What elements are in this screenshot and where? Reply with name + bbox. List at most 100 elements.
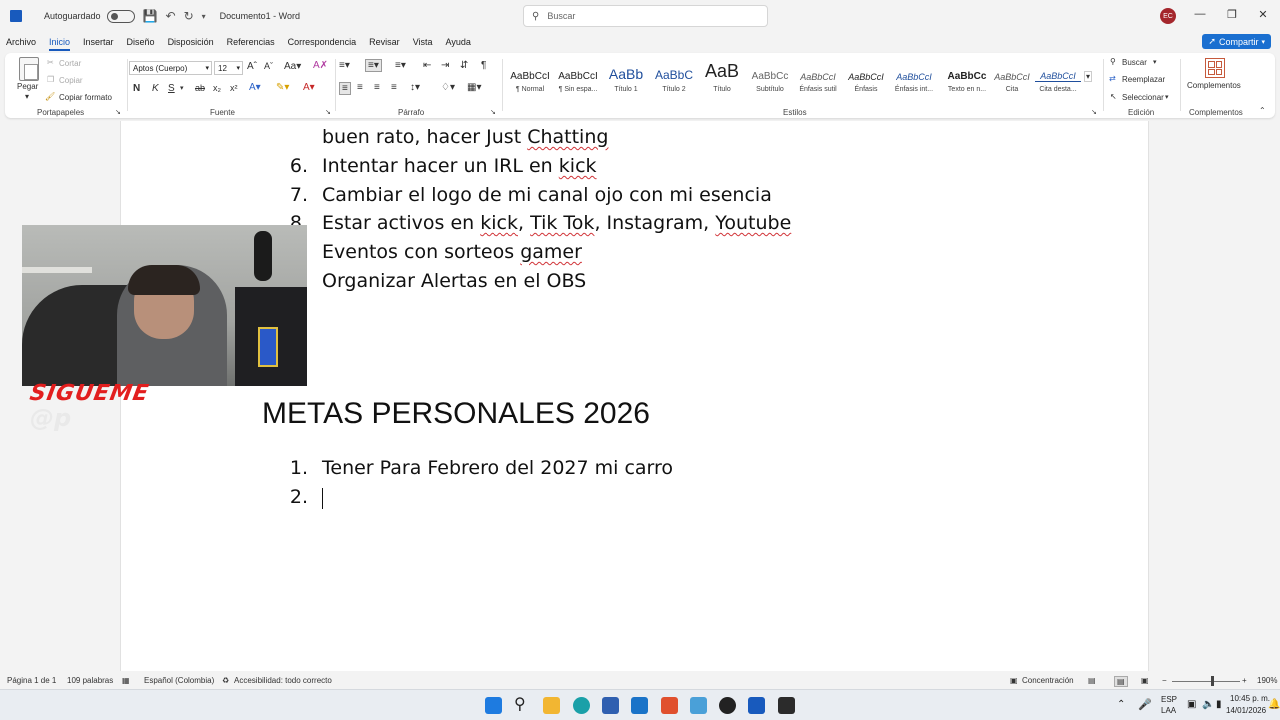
store-icon[interactable] [602, 697, 619, 714]
addins-button[interactable]: Complementos [1187, 81, 1241, 90]
input-language-top[interactable]: ESP [1161, 695, 1177, 704]
align-left-icon[interactable]: ≡ [339, 82, 351, 95]
network-icon[interactable]: ▣ [1187, 699, 1196, 710]
increase-indent-icon[interactable]: ⇥ [441, 60, 449, 71]
redo-icon[interactable]: ↻ [184, 9, 194, 23]
edge-icon[interactable] [573, 697, 590, 714]
clock-time[interactable]: 10:45 p. m. [1230, 694, 1270, 703]
start-icon[interactable] [485, 697, 502, 714]
minimize-icon[interactable]: — [1192, 8, 1208, 20]
style-subtitle[interactable]: AaBbCc Subtítulo [747, 66, 793, 93]
strikethrough-icon[interactable]: ab [195, 83, 205, 93]
find-button[interactable]: Buscar [1122, 58, 1147, 67]
file-explorer-icon[interactable] [543, 697, 560, 714]
select-button[interactable]: Seleccionar [1122, 93, 1164, 102]
change-case-icon[interactable]: Aa▾ [284, 61, 301, 72]
tab-referencias[interactable]: Referencias [227, 37, 275, 47]
subscript-icon[interactable]: x₂ [213, 83, 221, 93]
web-layout-icon[interactable]: ▣ [1141, 676, 1149, 685]
tab-revisar[interactable]: Revisar [369, 37, 400, 47]
underline-icon[interactable]: S [168, 83, 175, 94]
superscript-icon[interactable]: x² [230, 83, 238, 93]
bullets-icon[interactable]: ≡▾ [339, 60, 350, 71]
highlight-icon[interactable]: ✎▾ [276, 82, 289, 93]
replace-button[interactable]: Reemplazar [1122, 75, 1165, 84]
accessibility-icon[interactable]: ♻ [222, 676, 229, 685]
grow-font-icon[interactable]: Aˆ [247, 61, 257, 72]
numbering-icon[interactable]: ≡▾ [365, 59, 382, 72]
align-center-icon[interactable]: ≡ [357, 82, 363, 93]
tab-inicio[interactable]: Inicio [49, 37, 71, 51]
undo-icon[interactable]: ↶ [166, 9, 176, 23]
spelling-flagged-word[interactable]: kick [559, 155, 597, 177]
clock-date[interactable]: 14/01/2026 [1226, 706, 1266, 715]
format-painter-button[interactable]: Copiar formato [59, 93, 112, 102]
addins-icon[interactable] [1205, 58, 1225, 78]
print-layout-icon[interactable]: ▤ [1114, 676, 1128, 687]
app-icon[interactable] [690, 697, 707, 714]
styles-launcher-icon[interactable]: ↘ [1091, 108, 1097, 116]
word-taskbar-icon[interactable] [748, 697, 765, 714]
copy-icon[interactable]: ❐ [47, 75, 54, 84]
font-launcher-icon[interactable]: ↘ [325, 108, 331, 116]
style-normal[interactable]: AaBbCcI ¶ Normal [507, 66, 553, 93]
style-heading-1[interactable]: AaBb Título 1 [603, 66, 649, 93]
copy-button[interactable]: Copiar [59, 76, 83, 85]
search-icon[interactable]: ⚲ [514, 694, 531, 713]
volume-icon[interactable]: 🔈 [1202, 699, 1214, 710]
read-mode-icon[interactable]: ▤ [1088, 676, 1096, 685]
style-intense-emphasis[interactable]: AaBbCcI Énfasis int... [891, 66, 937, 93]
share-button[interactable]: ➚ Compartir ▾ [1202, 34, 1271, 49]
tab-disposicion[interactable]: Disposición [168, 37, 214, 47]
paste-chevron-icon[interactable]: ▾ [25, 92, 29, 101]
language-indicator[interactable]: Español (Colombia) [144, 676, 214, 685]
style-subtle-emphasis[interactable]: AaBbCcI Énfasis sutil [795, 66, 841, 93]
format-painter-icon[interactable]: 🖌 [45, 92, 55, 101]
notifications-icon[interactable]: 🔔 [1268, 699, 1280, 710]
page-count[interactable]: Página 1 de 1 [7, 676, 56, 685]
shading-icon[interactable]: ♢▾ [441, 82, 455, 93]
chevron-down-icon[interactable]: ▾ [180, 84, 184, 92]
outlook-icon[interactable] [631, 697, 648, 714]
style-title[interactable]: AaB Título [699, 61, 745, 93]
style-no-spacing[interactable]: AaBbCcI ¶ Sin espa... [555, 66, 601, 93]
customize-toolbar-icon[interactable]: ▾ [202, 12, 206, 21]
search-input[interactable]: ⚲ Buscar [523, 5, 768, 27]
spelling-flagged-word[interactable]: gamer [520, 241, 582, 263]
style-quote[interactable]: AaBbCcI Cita [989, 66, 1035, 93]
microphone-icon[interactable]: 🎤 [1138, 698, 1152, 711]
maximize-icon[interactable]: ❐ [1224, 8, 1240, 21]
focus-mode-button[interactable]: Concentración [1022, 676, 1074, 685]
decrease-indent-icon[interactable]: ⇤ [423, 60, 431, 71]
show-formatting-icon[interactable]: ¶ [481, 60, 486, 71]
zoom-slider[interactable] [1172, 681, 1240, 682]
bold-icon[interactable]: N [133, 83, 140, 94]
spelling-flagged-word[interactable]: Tik Tok [530, 212, 594, 234]
zoom-slider-thumb[interactable] [1211, 676, 1214, 686]
close-icon[interactable]: ✕ [1255, 8, 1271, 21]
tab-insertar[interactable]: Insertar [83, 37, 114, 47]
borders-icon[interactable]: ▦▾ [467, 82, 481, 93]
shrink-font-icon[interactable]: Aˇ [264, 61, 273, 71]
select-icon[interactable]: ↖ [1110, 92, 1117, 101]
zoom-level[interactable]: 190% [1257, 676, 1277, 685]
font-size-select[interactable]: 12 ▾ [214, 61, 243, 75]
tab-vista[interactable]: Vista [413, 37, 433, 47]
focus-icon[interactable]: ▣ [1010, 676, 1018, 685]
style-intense-quote[interactable]: AaBbCcI Cita desta... [1035, 66, 1081, 93]
avatar[interactable]: EC [1160, 8, 1176, 24]
accessibility-status[interactable]: Accesibilidad: todo correcto [234, 676, 332, 685]
paste-icon[interactable] [19, 57, 39, 81]
clipboard-launcher-icon[interactable]: ↘ [115, 108, 121, 116]
tab-correspondencia[interactable]: Correspondencia [288, 37, 357, 47]
italic-icon[interactable]: K [152, 83, 159, 94]
clear-formatting-icon[interactable]: A✗ [313, 60, 328, 71]
multilevel-list-icon[interactable]: ≡▾ [395, 60, 406, 71]
word-count[interactable]: 109 palabras [67, 676, 113, 685]
tray-overflow-icon[interactable]: ⌃ [1117, 699, 1125, 710]
line-spacing-icon[interactable]: ↕▾ [410, 82, 420, 93]
cut-button[interactable]: Cortar [59, 59, 81, 68]
brave-icon[interactable] [661, 697, 678, 714]
spelling-flagged-word[interactable]: kick [480, 212, 518, 234]
font-color-icon[interactable]: A▾ [303, 82, 315, 93]
